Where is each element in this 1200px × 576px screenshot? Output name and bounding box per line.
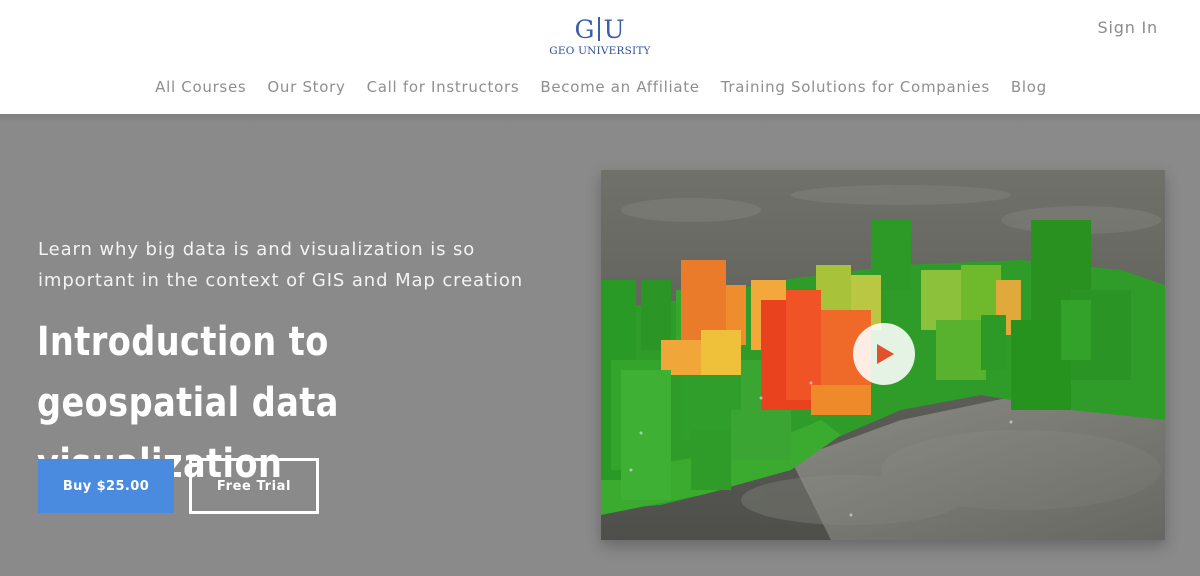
buy-button[interactable]: Buy $25.00 — [38, 459, 174, 513]
header-shadow — [0, 114, 1200, 122]
nav-blog[interactable]: Blog — [1011, 78, 1047, 96]
sign-in-link[interactable]: Sign In — [1098, 18, 1158, 37]
nav-all-courses[interactable]: All Courses — [155, 78, 246, 96]
course-preview-video[interactable] — [601, 170, 1165, 540]
nav-become-an-affiliate[interactable]: Become an Affiliate — [540, 78, 699, 96]
geo-university-logo[interactable]: GU GEO UNIVERSITY — [540, 16, 660, 58]
nav-training-solutions[interactable]: Training Solutions for Companies — [721, 78, 990, 96]
logo-letter-g: G — [574, 15, 596, 44]
logo-divider — [598, 17, 601, 41]
free-trial-button[interactable]: Free Trial — [189, 458, 319, 514]
play-button[interactable] — [853, 323, 915, 385]
play-icon — [877, 344, 894, 364]
logo-letter-u: U — [603, 15, 626, 44]
hero-subtitle: Learn why big data is and visualization … — [38, 239, 524, 291]
nav-our-story[interactable]: Our Story — [267, 78, 345, 96]
logo-mark: GU — [540, 16, 660, 44]
nav-call-for-instructors[interactable]: Call for Instructors — [367, 78, 520, 96]
logo-wordmark: GEO UNIVERSITY — [549, 45, 651, 57]
main-nav: All Courses Our Story Call for Instructo… — [0, 78, 1200, 96]
site-header: GU GEO UNIVERSITY Sign In All Courses Ou… — [0, 0, 1200, 114]
